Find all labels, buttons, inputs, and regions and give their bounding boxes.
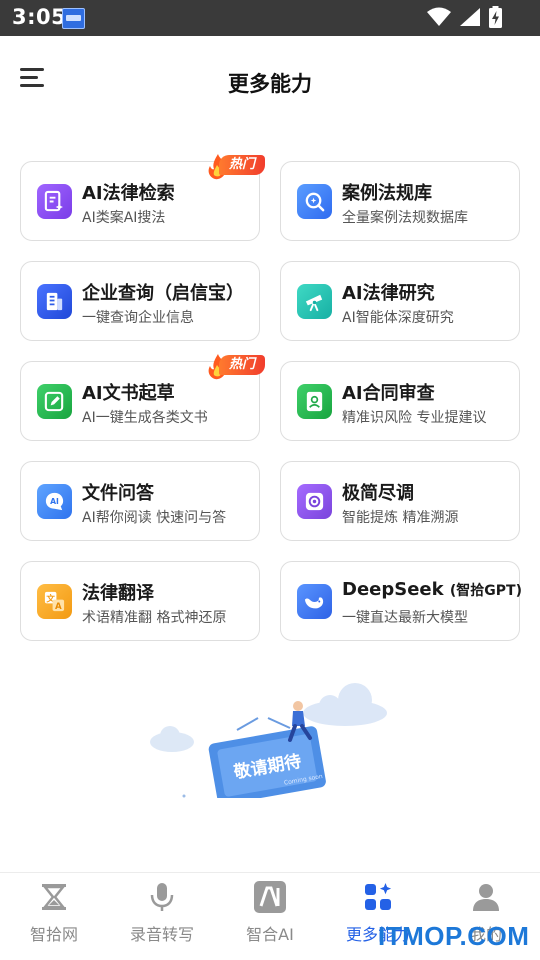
signal-icon	[460, 8, 480, 26]
hot-badge: 热门	[205, 353, 267, 383]
card-subtitle: 精准识风险 专业提建议	[342, 410, 487, 426]
watermark: ITMOP.COM	[378, 921, 530, 951]
card-title: AI法律研究	[342, 283, 435, 304]
card-subtitle: 一键查询企业信息	[82, 310, 194, 326]
search-document-icon	[37, 184, 72, 219]
tab-zhihe-ai[interactable]: 智合AI	[216, 873, 324, 960]
target-icon	[297, 484, 332, 519]
card-title: 案例法规库	[342, 183, 432, 204]
card-title: AI文书起草	[82, 383, 175, 404]
card-subtitle: 全量案例法规数据库	[342, 210, 468, 226]
card-title: DeepSeek (智拾GPT)	[342, 579, 522, 600]
card-subtitle: AI智能体深度研究	[342, 310, 454, 326]
building-icon	[37, 284, 72, 319]
contract-icon	[297, 384, 332, 419]
card-title: 企业查询（启信宝）	[82, 283, 244, 304]
card-title-suffix: (智拾GPT)	[449, 583, 522, 599]
hot-label: 热门	[219, 155, 265, 175]
svg-text:A: A	[55, 602, 62, 612]
hourglass-icon	[42, 884, 66, 910]
profile-icon	[473, 884, 499, 911]
telescope-icon	[297, 284, 332, 319]
hot-label: 热门	[219, 355, 265, 375]
tab-label: 智合AI	[246, 925, 294, 944]
header: 更多能力	[0, 36, 540, 126]
card-title: AI合同审查	[342, 383, 435, 404]
card-title: 极简尽调	[342, 483, 414, 504]
ai-logo-icon	[254, 881, 286, 913]
tab-recording[interactable]: 录音转写	[108, 873, 216, 960]
card-subtitle: 术语精准翻 格式神还原	[82, 610, 227, 626]
app-notification-icon	[62, 8, 85, 29]
card-file-qa[interactable]: AI 文件问答 AI帮你阅读 快速问与答	[20, 461, 260, 541]
chat-ai-icon: AI	[37, 484, 72, 519]
card-due-diligence[interactable]: 极简尽调 智能提炼 精准溯源	[280, 461, 520, 541]
cloud-right-icon	[303, 683, 387, 726]
card-title-main: DeepSeek	[342, 579, 444, 600]
card-deepseek[interactable]: DeepSeek (智拾GPT) 一键直达最新大模型	[280, 561, 522, 641]
whale-icon	[297, 584, 332, 619]
tab-label: 智拾网	[29, 925, 78, 944]
wifi-icon	[427, 7, 451, 26]
card-legal-translation[interactable]: 文A 法律翻译 术语精准翻 格式神还原	[20, 561, 260, 641]
magnify-icon	[297, 184, 332, 219]
card-subtitle: AI一键生成各类文书	[82, 410, 208, 426]
page-title: 更多能力	[228, 72, 312, 96]
microphone-icon	[150, 883, 174, 911]
card-subtitle: AI类案AI搜法	[82, 210, 166, 226]
card-enterprise-query[interactable]: 企业查询（启信宝） 一键查询企业信息	[20, 261, 260, 341]
apps-grid-icon	[365, 883, 392, 910]
svg-text:AI: AI	[50, 497, 59, 506]
coming-soon-illustration: 敬请期待 Coming soon	[140, 678, 400, 805]
pen-document-icon	[37, 384, 72, 419]
translate-icon: 文A	[37, 584, 72, 619]
tab-label: 录音转写	[129, 925, 194, 944]
card-subtitle: 智能提炼 精准溯源	[342, 510, 459, 526]
card-subtitle: 一键直达最新大模型	[342, 610, 468, 626]
card-ai-contract-review[interactable]: AI合同审查 精准识风险 专业提建议	[280, 361, 520, 441]
card-case-law-library[interactable]: 案例法规库 全量案例法规数据库	[280, 161, 520, 241]
battery-icon	[489, 6, 502, 28]
tab-zhishi[interactable]: 智拾网	[0, 873, 108, 960]
card-ai-legal-research[interactable]: AI法律研究 AI智能体深度研究	[280, 261, 520, 341]
status-indicators	[427, 6, 502, 28]
card-title: 文件问答	[82, 483, 154, 504]
card-subtitle: AI帮你阅读 快速问与答	[82, 510, 227, 526]
status-time: 3:05	[12, 5, 67, 29]
cloud-left-icon	[150, 726, 194, 752]
card-title: 法律翻译	[82, 583, 154, 604]
hot-badge: 热门	[205, 153, 267, 183]
status-bar: 3:05	[0, 0, 540, 36]
card-title: AI法律检索	[82, 183, 175, 204]
